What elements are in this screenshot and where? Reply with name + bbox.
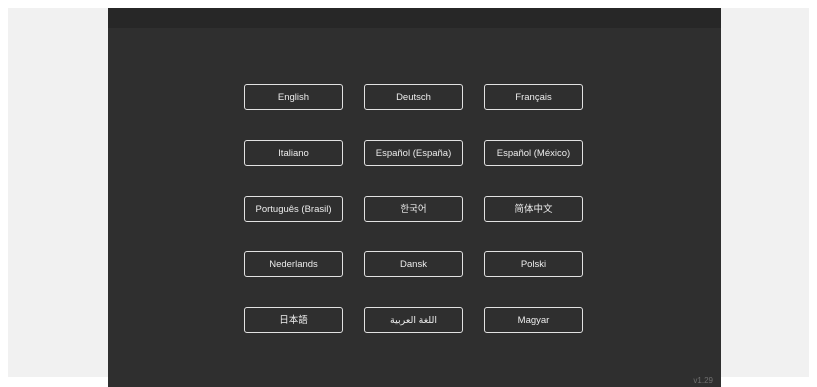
right-margin-panel bbox=[721, 8, 809, 377]
language-button-francais[interactable]: Français bbox=[484, 84, 583, 110]
language-button-nederlands[interactable]: Nederlands bbox=[244, 251, 343, 277]
language-button-italiano[interactable]: Italiano bbox=[244, 140, 343, 166]
language-button-magyar[interactable]: Magyar bbox=[484, 307, 583, 333]
language-select-screen: English Deutsch Français Italiano Españo… bbox=[108, 8, 721, 387]
language-button-arabic[interactable]: اللغة العربية bbox=[364, 307, 463, 333]
language-button-chinese-simplified[interactable]: 简体中文 bbox=[484, 196, 583, 222]
language-button-dansk[interactable]: Dansk bbox=[364, 251, 463, 277]
language-button-korean[interactable]: 한국어 bbox=[364, 196, 463, 222]
top-bar bbox=[108, 8, 721, 28]
left-margin-panel bbox=[8, 8, 108, 377]
language-button-japanese[interactable]: 日本語 bbox=[244, 307, 343, 333]
language-button-espanol-mexico[interactable]: Español (México) bbox=[484, 140, 583, 166]
language-button-english[interactable]: English bbox=[244, 84, 343, 110]
language-button-portugues-brasil[interactable]: Português (Brasil) bbox=[244, 196, 343, 222]
language-button-polski[interactable]: Polski bbox=[484, 251, 583, 277]
version-label: v1.29 bbox=[693, 376, 713, 385]
language-button-espanol-espana[interactable]: Español (España) bbox=[364, 140, 463, 166]
language-button-deutsch[interactable]: Deutsch bbox=[364, 84, 463, 110]
